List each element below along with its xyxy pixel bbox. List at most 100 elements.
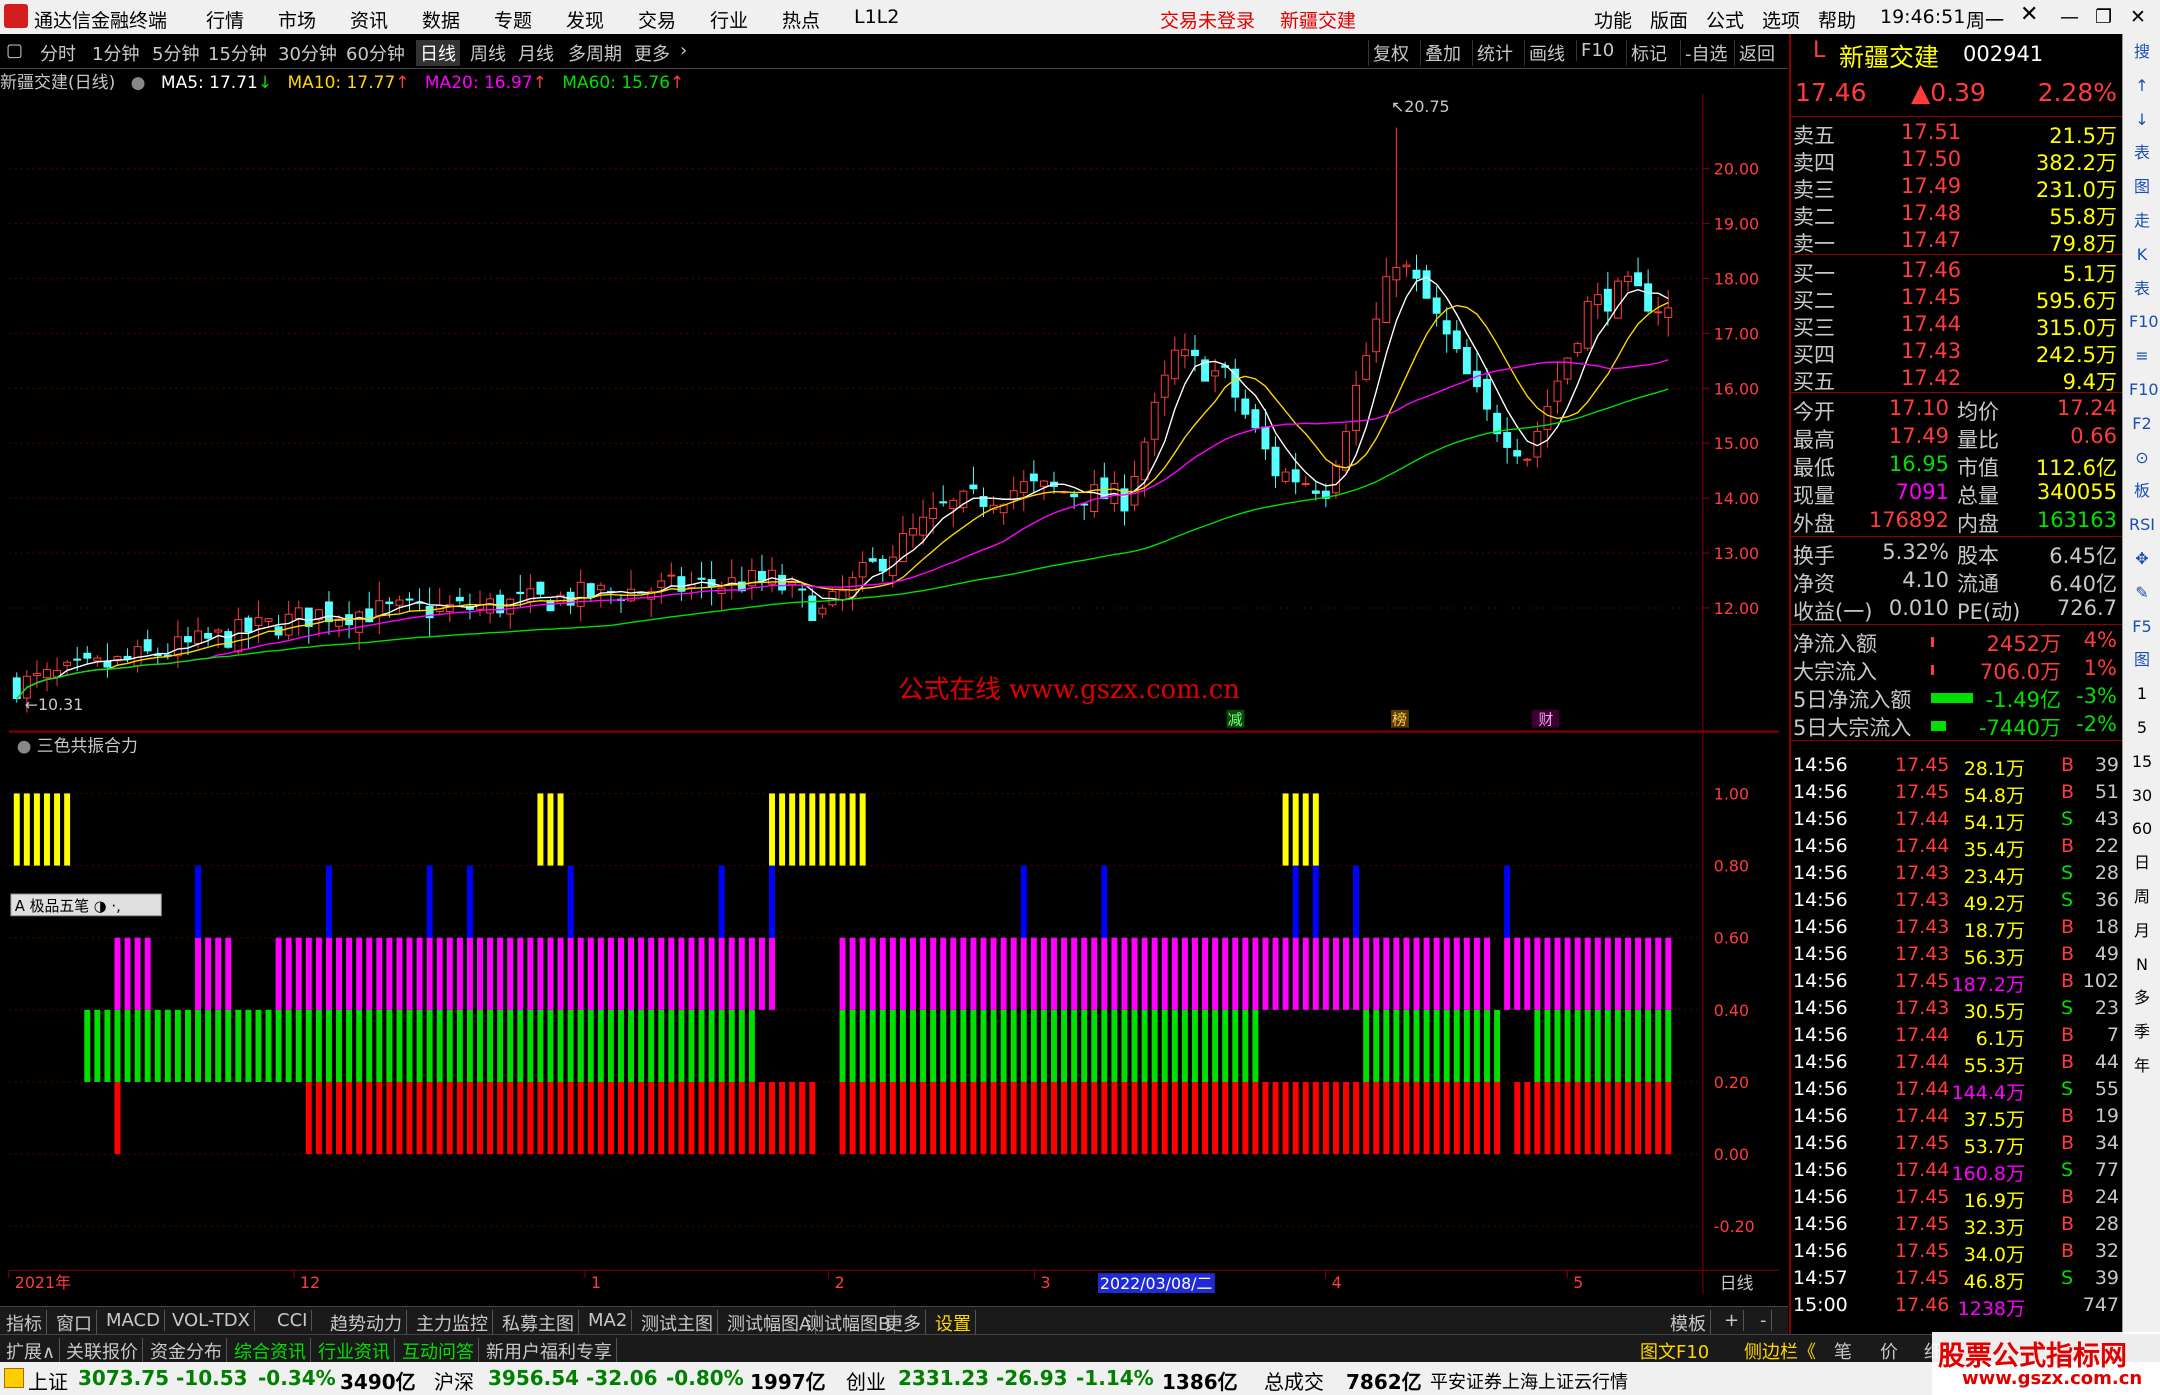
period-more[interactable]: 更多 xyxy=(634,40,670,66)
indicator-tab[interactable]: CCI xyxy=(273,1310,313,1331)
side-icon[interactable]: ↓ xyxy=(2129,108,2155,132)
status-indicator-icon[interactable] xyxy=(4,1368,24,1388)
tool-stats[interactable]: 统计 xyxy=(1472,40,1517,66)
ime-toolbar[interactable]: A 极品五笔 ◑ ·, xyxy=(10,893,162,917)
menu-function[interactable]: 功能 xyxy=(1594,6,1632,33)
side-icon[interactable]: 季 xyxy=(2129,1020,2155,1044)
tabbar-right-button[interactable]: 模板 xyxy=(1666,1310,1711,1336)
extension-tab[interactable]: 综合资讯 xyxy=(230,1338,311,1364)
flow-row[interactable]: 净流入额 2452万 4% xyxy=(1791,628,2121,656)
tick-row[interactable]: 14:56 17.44 54.1万 S 43 xyxy=(1791,808,2121,835)
tool-f10[interactable]: F10 xyxy=(1576,40,1618,61)
extension-tab[interactable]: 扩展∧ xyxy=(2,1338,61,1364)
server-name[interactable]: 平安证券上海上证云行情 xyxy=(1430,1368,1628,1394)
stat-row[interactable]: 最高 17.49 量比 0.66 xyxy=(1791,424,2121,452)
index-cy-name[interactable]: 创业 xyxy=(846,1366,886,1395)
ask-row[interactable]: 卖四 17.50 382.2万 xyxy=(1791,147,2121,175)
ask-row[interactable]: 卖三 17.49 231.0万 xyxy=(1791,174,2121,202)
period-monthly[interactable]: 月线 xyxy=(518,40,554,66)
side-icon[interactable]: 60 xyxy=(2129,817,2155,841)
stat-row[interactable]: 收益(一) 0.010 PE(动) 726.7 xyxy=(1791,596,2121,624)
menu-discover[interactable]: 发现 xyxy=(566,6,604,33)
side-icon[interactable]: 年 xyxy=(2129,1054,2155,1078)
side-icon[interactable]: RSI xyxy=(2129,513,2155,537)
tick-row[interactable]: 14:56 17.45 53.7万 B 34 xyxy=(1791,1132,2121,1159)
tick-row[interactable]: 15:00 17.46 1238万 747 xyxy=(1791,1294,2121,1321)
minimize-icon[interactable]: ✕ xyxy=(2020,2,2038,27)
side-icon[interactable]: 板 xyxy=(2129,479,2155,503)
tick-row[interactable]: 14:56 17.43 49.2万 S 36 xyxy=(1791,889,2121,916)
ask-row[interactable]: 卖五 17.51 21.5万 xyxy=(1791,120,2121,148)
indicator-tab[interactable]: 窗口 xyxy=(52,1310,97,1336)
side-icon[interactable]: F10 xyxy=(2129,378,2159,402)
maximize-icon[interactable]: ❐ xyxy=(2095,6,2112,28)
menu-industry[interactable]: 行业 xyxy=(710,6,748,33)
tick-row[interactable]: 14:56 17.43 56.3万 B 49 xyxy=(1791,943,2121,970)
tick-row[interactable]: 14:56 17.44 35.4万 B 22 xyxy=(1791,835,2121,862)
stat-row[interactable]: 外盘 176892 内盘 163163 xyxy=(1791,508,2121,536)
tool-watchlist[interactable]: -自选 xyxy=(1680,40,1732,66)
side-icon[interactable]: F10 xyxy=(2129,310,2159,334)
tool-mark[interactable]: 标记 xyxy=(1626,40,1671,66)
indicator-tab[interactable]: MACD xyxy=(102,1310,165,1331)
tick-row[interactable]: 14:56 17.45 34.0万 B 32 xyxy=(1791,1240,2121,1267)
tick-row[interactable]: 14:56 17.43 30.5万 S 23 xyxy=(1791,997,2121,1024)
side-icon[interactable]: K xyxy=(2129,243,2155,267)
period-15min[interactable]: 15分钟 xyxy=(208,40,267,66)
period-5min[interactable]: 5分钟 xyxy=(152,40,199,66)
menu-news[interactable]: 资讯 xyxy=(350,6,388,33)
menu-market[interactable]: 市场 xyxy=(278,6,316,33)
tick-row[interactable]: 14:56 17.44 6.1万 B 7 xyxy=(1791,1024,2121,1051)
side-icon[interactable]: 30 xyxy=(2129,784,2155,808)
side-icon[interactable]: ↑ xyxy=(2129,74,2155,98)
period-1min[interactable]: 1分钟 xyxy=(92,40,139,66)
tick-row[interactable]: 14:57 17.45 46.8万 S 39 xyxy=(1791,1267,2121,1294)
tool-draw[interactable]: 画线 xyxy=(1524,40,1569,66)
event-marker-reduce[interactable]: 减 xyxy=(1228,711,1243,729)
indicator-tab[interactable]: VOL-TDX xyxy=(168,1310,255,1331)
menu-help[interactable]: 帮助 xyxy=(1818,6,1856,33)
index-sz-name[interactable]: 沪深 xyxy=(434,1366,474,1395)
tick-row[interactable]: 14:56 17.45 28.1万 B 39 xyxy=(1791,754,2121,781)
side-icon[interactable]: F5 xyxy=(2129,615,2155,639)
menu-trade[interactable]: 交易 xyxy=(638,6,676,33)
extension-right-tab[interactable]: 笔 xyxy=(1830,1338,1856,1364)
index-sh-name[interactable]: 上证 xyxy=(28,1366,68,1395)
indicator-tab[interactable]: 更多 xyxy=(881,1310,926,1336)
ask-row[interactable]: 卖二 17.48 55.8万 xyxy=(1791,201,2121,229)
side-icon[interactable]: ✎ xyxy=(2129,581,2155,605)
indicator-tab[interactable]: 设置 xyxy=(931,1310,976,1336)
period-daily[interactable]: 日线 xyxy=(416,40,460,66)
side-icon[interactable]: 日 xyxy=(2129,851,2155,875)
period-weekly[interactable]: 周线 xyxy=(470,40,506,66)
tick-row[interactable]: 14:56 17.44 160.8万 S 77 xyxy=(1791,1159,2121,1186)
side-icon[interactable]: 走 xyxy=(2129,209,2155,233)
side-icon[interactable]: 周 xyxy=(2129,885,2155,909)
extension-right-tab[interactable]: 价 xyxy=(1876,1338,1902,1364)
menu-data[interactable]: 数据 xyxy=(422,6,460,33)
indicator-tab[interactable]: MA2 xyxy=(584,1310,633,1331)
side-icon[interactable]: 搜 xyxy=(2129,40,2155,64)
bid-row[interactable]: 买四 17.43 242.5万 xyxy=(1791,339,2121,367)
tabbar-right-button[interactable]: + xyxy=(1720,1310,1745,1331)
side-icon[interactable]: 表 xyxy=(2129,141,2155,165)
side-icon[interactable]: 表 xyxy=(2129,277,2155,301)
stat-row[interactable]: 最低 16.95 市值 112.6亿 xyxy=(1791,452,2121,480)
period-fenshi[interactable]: 分时 xyxy=(40,40,76,66)
tool-fuquan[interactable]: 复权 xyxy=(1368,40,1413,66)
menu-options[interactable]: 选项 xyxy=(1762,6,1800,33)
tool-back[interactable]: 返回 xyxy=(1734,40,1779,66)
tick-row[interactable]: 14:56 17.45 16.9万 B 24 xyxy=(1791,1186,2121,1213)
side-icon[interactable]: ≡ xyxy=(2129,344,2155,368)
event-marker-rank[interactable]: 榜 xyxy=(1392,711,1407,729)
tick-row[interactable]: 14:56 17.44 144.4万 S 55 xyxy=(1791,1078,2121,1105)
side-icon[interactable]: 图 xyxy=(2129,648,2155,672)
period-30min[interactable]: 30分钟 xyxy=(278,40,337,66)
extension-tab[interactable]: 资金分布 xyxy=(146,1338,227,1364)
side-icon[interactable]: 多 xyxy=(2129,986,2155,1010)
panel-toggle-icon[interactable]: ▢ xyxy=(6,40,23,61)
side-icon[interactable]: N xyxy=(2129,953,2155,977)
indicator-tab[interactable]: 测试主图 xyxy=(637,1310,718,1336)
indicator-tab[interactable]: 指标 xyxy=(2,1310,47,1336)
menu-topics[interactable]: 专题 xyxy=(494,6,532,33)
